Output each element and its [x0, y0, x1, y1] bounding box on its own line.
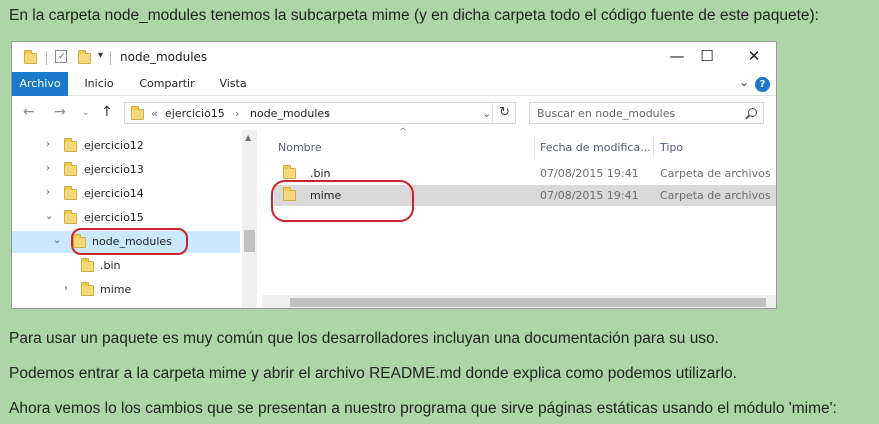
address-bar[interactable]: « ejercicio15 › node_modules › ⌄ ↻ — [124, 102, 516, 124]
folder-icon — [64, 186, 77, 200]
column-divider[interactable] — [653, 136, 654, 158]
chevron-down-icon[interactable]: ⌄ — [45, 211, 53, 222]
divider — [492, 103, 493, 123]
chevron-down-icon[interactable]: ⌄ — [739, 75, 749, 89]
chevron-right-icon[interactable]: › — [46, 163, 50, 174]
forward-arrow-icon[interactable]: → — [54, 104, 66, 120]
tree-item-mime[interactable]: › mime — [12, 279, 240, 301]
folder-icon — [64, 138, 77, 152]
breadcrumb-separator-icon[interactable]: › — [326, 107, 330, 120]
paragraph: Para usar un paquete es muy común que lo… — [9, 330, 719, 347]
customize-toolbar-icon[interactable]: ▾ — [98, 50, 103, 61]
file-list-scrollbar[interactable] — [262, 295, 776, 308]
file-type: Carpeta de archivos — [660, 167, 771, 180]
column-header-date[interactable]: Fecha de modifica... — [540, 141, 651, 154]
tree-item-ejercicio14[interactable]: › ejercicio14 — [12, 183, 240, 205]
tree-item-ejercicio13[interactable]: › ejercicio13 — [12, 159, 240, 181]
tree-label: ejercicio12 — [84, 139, 144, 152]
breadcrumb-overflow[interactable]: « — [151, 107, 158, 120]
breadcrumb-node-modules[interactable]: node_modules — [250, 107, 330, 120]
file-date: 07/08/2015 19:41 — [540, 167, 639, 180]
tree-label: ejercicio15 — [84, 211, 144, 224]
highlight-circle-node-modules — [71, 228, 188, 255]
minimize-button[interactable]: — — [662, 46, 692, 66]
folder-icon — [131, 106, 144, 120]
scroll-up-icon[interactable]: ▲ — [245, 133, 251, 142]
tab-vista[interactable]: Vista — [210, 72, 256, 96]
back-arrow-icon[interactable]: ← — [23, 104, 35, 120]
file-name: .bin — [310, 167, 331, 180]
tab-inicio[interactable]: Inicio — [74, 72, 124, 96]
chevron-right-icon[interactable]: › — [46, 139, 50, 150]
close-button[interactable]: ✕ — [739, 46, 769, 66]
up-arrow-icon[interactable]: ↑ — [101, 104, 113, 120]
chevron-right-icon[interactable]: › — [64, 283, 68, 294]
folder-icon — [64, 210, 77, 224]
search-placeholder: Buscar en node_modules — [537, 107, 676, 120]
tab-archivo[interactable]: Archivo — [12, 72, 68, 96]
toolbar-separator — [110, 51, 111, 65]
new-folder-icon[interactable] — [78, 50, 91, 64]
refresh-icon[interactable]: ↻ — [499, 105, 510, 120]
paragraph: Ahora vemos lo los cambios que se presen… — [9, 400, 837, 417]
properties-icon[interactable]: ✓ — [55, 50, 67, 63]
scrollbar-thumb[interactable] — [290, 298, 766, 307]
tree-label: .bin — [100, 259, 121, 272]
scrollbar-thumb[interactable] — [244, 230, 255, 252]
breadcrumb-separator-icon[interactable]: › — [235, 107, 239, 120]
tree-item-bin[interactable]: .bin — [12, 255, 240, 277]
search-icon[interactable] — [748, 108, 757, 117]
column-header-name[interactable]: Nombre — [278, 141, 322, 154]
breadcrumb-ejercicio15[interactable]: ejercicio15 — [165, 107, 225, 120]
column-header-type[interactable]: Tipo — [660, 141, 683, 154]
paragraph: Podemos entrar a la carpeta mime y abrir… — [9, 365, 737, 382]
tree-item-ejercicio12[interactable]: › ejercicio12 — [12, 135, 240, 157]
toolbar-separator — [46, 51, 47, 65]
title-bar: ✓ ▾ node_modules — ☐ ✕ — [12, 42, 776, 72]
navigation-bar: ← → ⌄ ↑ « ejercicio15 › node_modules › ⌄… — [12, 97, 776, 129]
tree-label: ejercicio14 — [84, 187, 144, 200]
folder-icon — [81, 258, 94, 272]
maximize-button[interactable]: ☐ — [692, 46, 722, 66]
folder-icon — [283, 165, 296, 179]
address-dropdown-icon[interactable]: ⌄ — [482, 107, 491, 120]
explorer-window: ✓ ▾ node_modules — ☐ ✕ Archivo Inicio Co… — [11, 41, 777, 309]
tree-label: ejercicio13 — [84, 163, 144, 176]
tree-scrollbar[interactable]: ▲ — [242, 130, 257, 308]
chevron-down-icon[interactable]: ⌄ — [53, 235, 61, 246]
tab-compartir[interactable]: Compartir — [132, 72, 202, 96]
ribbon: Archivo Inicio Compartir Vista ⌄ ? — [12, 72, 776, 96]
column-divider[interactable] — [534, 136, 535, 158]
file-type: Carpeta de archivos — [660, 189, 771, 202]
intro-paragraph: En la carpeta node_modules tenemos la su… — [9, 7, 819, 24]
chevron-right-icon[interactable]: › — [46, 187, 50, 198]
file-date: 07/08/2015 19:41 — [540, 189, 639, 202]
tree-label: mime — [100, 283, 132, 296]
folder-icon — [81, 282, 94, 296]
sort-ascending-icon: ^ — [399, 127, 408, 138]
folder-icon — [64, 162, 77, 176]
window-title: node_modules — [120, 50, 208, 64]
highlight-circle-mime — [271, 180, 414, 222]
navigation-pane: › ejercicio12 › ejercicio13 › ejercicio1… — [12, 130, 257, 308]
folder-icon — [24, 50, 37, 64]
help-icon[interactable]: ? — [755, 77, 770, 92]
search-input[interactable]: Buscar en node_modules — [529, 102, 764, 124]
tree-item-ejercicio15[interactable]: ⌄ ejercicio15 — [12, 207, 240, 229]
recent-locations-icon[interactable]: ⌄ — [82, 108, 90, 118]
